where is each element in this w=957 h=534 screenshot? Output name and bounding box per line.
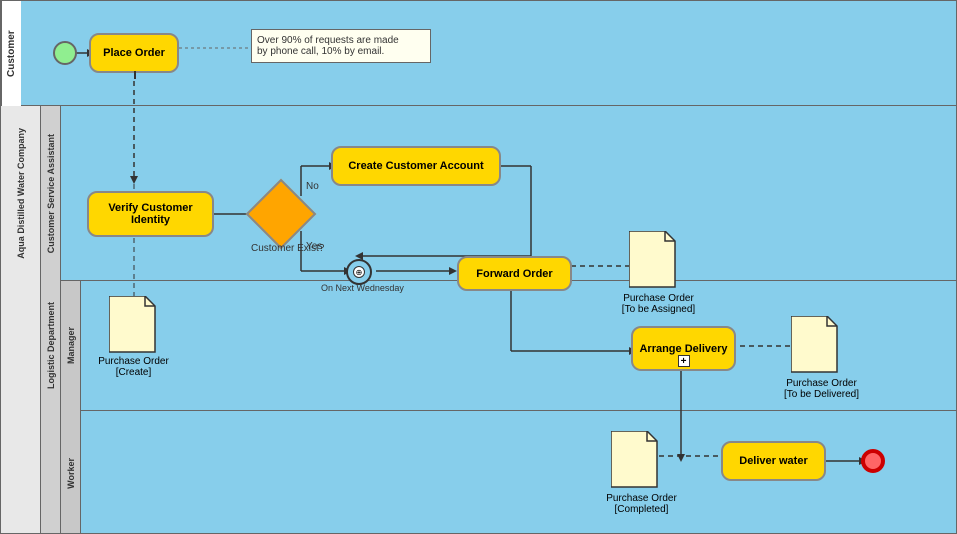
note-text: Over 90% of requests are madeby phone ca… <box>257 35 399 57</box>
manager-label: Manager <box>66 327 76 364</box>
deliver-water-shape[interactable]: Deliver water <box>721 441 826 481</box>
forward-order-shape[interactable]: Forward Order <box>457 256 572 291</box>
company-label: Aqua Distilled Water Company <box>14 126 28 261</box>
place-order-label: Place Order <box>103 47 165 59</box>
po-completed-label: Purchase Order[Completed] <box>599 493 684 515</box>
start-event <box>53 41 77 65</box>
po-create-doc <box>109 296 159 354</box>
create-account-label: Create Customer Account <box>348 160 483 172</box>
expand-icon[interactable]: + <box>678 355 690 367</box>
po-create-label: Purchase Order[Create] <box>91 356 176 378</box>
arrange-delivery-label: Arrange Delivery <box>639 343 727 355</box>
gateway-shape <box>256 189 306 239</box>
place-order-shape[interactable]: Place Order <box>89 33 179 73</box>
logistic-label: Logistic Department <box>46 302 56 389</box>
po-assigned-doc <box>629 231 679 289</box>
verify-identity-label: Verify Customer Identity <box>89 202 212 226</box>
lane-customer-label: Customer <box>1 1 21 106</box>
po-assigned-label: Purchase Order[To be Assigned] <box>616 293 701 315</box>
po-delivered-label: Purchase Order[To be Delivered] <box>779 378 864 400</box>
verify-identity-shape[interactable]: Verify Customer Identity <box>87 191 214 237</box>
po-delivered-doc <box>791 316 841 374</box>
arrange-delivery-shape[interactable]: Arrange Delivery + <box>631 326 736 371</box>
customer-exist-label: Customer Exist? <box>251 243 324 254</box>
csa-label: Customer Service Assistant <box>46 134 56 253</box>
forward-order-label: Forward Order <box>476 268 552 280</box>
diagram-container: Customer Aqua Distilled Water Company Cu… <box>0 0 957 534</box>
deliver-water-label: Deliver water <box>739 455 807 467</box>
intermediate-event: ⊕ <box>346 259 372 285</box>
po-completed-doc <box>611 431 661 489</box>
create-account-shape[interactable]: Create Customer Account <box>331 146 501 186</box>
note-box: Over 90% of requests are madeby phone ca… <box>251 29 431 63</box>
end-event <box>861 449 885 473</box>
worker-label: Worker <box>66 458 76 489</box>
